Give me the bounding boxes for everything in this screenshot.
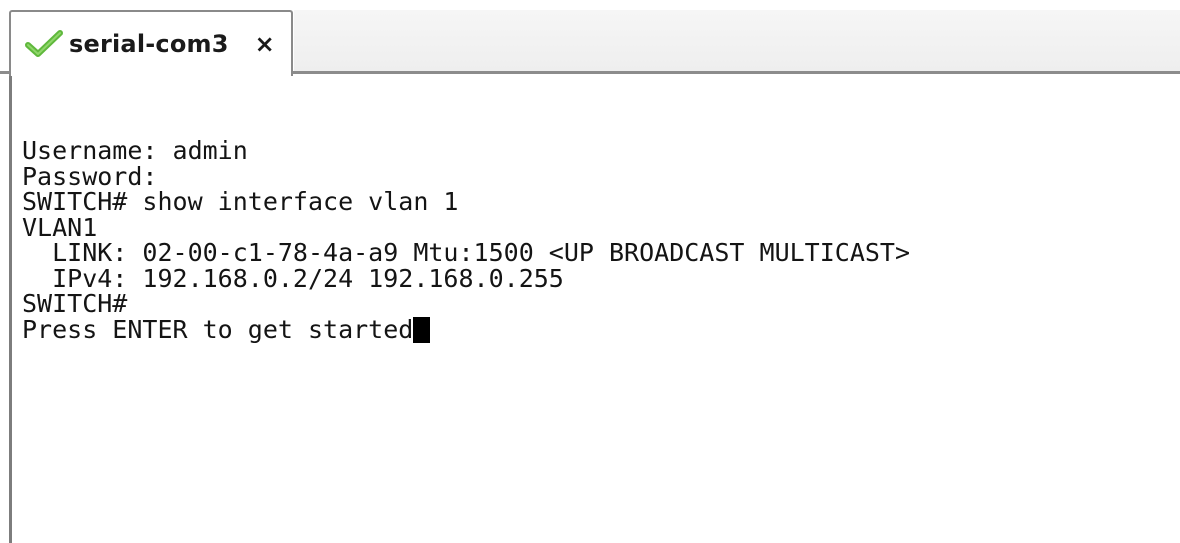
terminal-line: Password: xyxy=(22,161,158,191)
terminal-window: serial-com3 × Username: admin Password: … xyxy=(0,0,1180,543)
tab-strip-background xyxy=(294,10,1180,72)
terminal-prompt-text: Press ENTER to get started xyxy=(22,314,414,344)
check-icon xyxy=(25,29,63,59)
tab-serial-com3[interactable]: serial-com3 × xyxy=(9,10,293,76)
tab-title: serial-com3 xyxy=(69,30,229,58)
terminal-prompt-line: Press ENTER to get started xyxy=(22,314,1180,344)
terminal-line: LINK: 02-00-c1-78-4a-a9 Mtu:1500 <UP BRO… xyxy=(22,238,911,267)
terminal-output[interactable]: Username: admin Password: SWITCH# show i… xyxy=(9,74,1180,543)
close-icon[interactable]: × xyxy=(255,32,275,56)
terminal-line: IPv4: 192.168.0.2/24 192.168.0.255 xyxy=(22,263,564,293)
terminal-line: VLAN1 xyxy=(22,212,98,242)
tab-bar: serial-com3 × xyxy=(0,0,1180,76)
terminal-line: Username: admin xyxy=(22,136,248,165)
terminal-line: SWITCH# xyxy=(22,289,128,318)
text-cursor xyxy=(413,316,431,343)
terminal-line: SWITCH# show interface vlan 1 xyxy=(22,187,459,216)
